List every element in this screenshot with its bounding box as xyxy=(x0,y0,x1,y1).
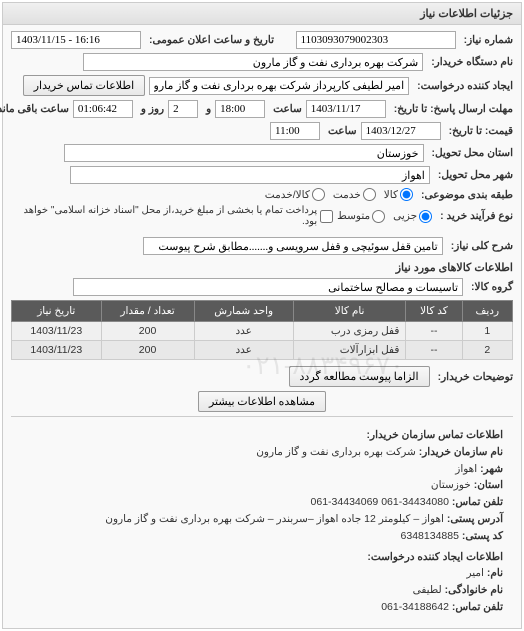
price-date-input[interactable] xyxy=(361,122,441,140)
th-3: واحد شمارش xyxy=(194,301,293,322)
creator-title: اطلاعات ایجاد کننده درخواست: xyxy=(367,551,503,563)
time-label-1: ساعت xyxy=(269,103,302,115)
desc-label: شرح کلی نیاز: xyxy=(447,240,513,252)
deadline-label: مهلت ارسال پاسخ: تا تاریخ: xyxy=(390,103,513,115)
buy-opt1-radio[interactable] xyxy=(419,210,432,223)
attachment-button[interactable]: الزاما پیوست مطالعه گردد xyxy=(289,366,430,387)
items-table: ردیف کد کالا نام کالا واحد شمارش تعداد /… xyxy=(11,300,513,360)
days-input[interactable] xyxy=(168,100,198,118)
item-group-label: گروه کالا: xyxy=(467,281,513,293)
remaining-label: ساعت باقی مانده xyxy=(0,103,69,115)
th-5: تاریخ نیاز xyxy=(12,301,102,322)
contact-buyer-button[interactable]: اطلاعات تماس خریدار xyxy=(23,75,145,96)
desc-input[interactable] xyxy=(143,237,443,255)
price-until-label: قیمت: تا تاریخ: xyxy=(445,125,513,137)
contact-title: اطلاعات تماس سازمان خریدار: xyxy=(367,429,503,441)
row-requester: ایجاد کننده درخواست: اطلاعات تماس خریدار xyxy=(11,75,513,96)
buyer-notes-label: توضیحات خریدار: xyxy=(434,371,513,383)
row-deadline: مهلت ارسال پاسخ: تا تاریخ: ساعت و روز و … xyxy=(11,100,513,118)
more-info-button[interactable]: مشاهده اطلاعات بیشتر xyxy=(198,391,326,412)
city-label: شهر محل تحویل: xyxy=(434,169,513,181)
th-4: تعداد / مقدار xyxy=(101,301,194,322)
announce-input[interactable] xyxy=(11,31,141,49)
row-item-group: گروه کالا: xyxy=(11,278,513,296)
buyer-input[interactable] xyxy=(83,53,423,71)
row-number: شماره نیاز: تاریخ و ساعت اعلان عمومی: xyxy=(11,31,513,49)
remaining-time-input xyxy=(73,100,133,118)
item-group-input[interactable] xyxy=(73,278,463,296)
buy-type-label: نوع فرآیند خرید : xyxy=(436,210,513,222)
province-input[interactable] xyxy=(64,144,424,162)
more-row: مشاهده اطلاعات بیشتر xyxy=(11,391,513,412)
buy-type-radios: جزیی متوسط xyxy=(337,210,432,223)
table-row: 1 -- قفل رمزی درب عدد 200 1403/11/23 xyxy=(12,322,513,341)
number-input[interactable] xyxy=(296,31,456,49)
row-buyer-notes: توضیحات خریدار: الزاما پیوست مطالعه گردد xyxy=(11,366,513,387)
buy-opt1-label[interactable]: جزیی xyxy=(393,210,432,223)
announce-label: تاریخ و ساعت اعلان عمومی: xyxy=(145,34,274,46)
group-opt1-radio[interactable] xyxy=(400,188,413,201)
th-1: کد کالا xyxy=(406,301,462,322)
requester-label: ایجاد کننده درخواست: xyxy=(413,80,513,92)
th-2: نام کالا xyxy=(293,301,406,322)
province-label: استان محل تحویل: xyxy=(428,147,513,159)
group-type-label: طبقه بندی موضوعی: xyxy=(417,189,513,201)
deadline-date-input[interactable] xyxy=(306,100,386,118)
requester-input[interactable] xyxy=(149,77,409,95)
group-type-radios: کالا خدمت کالا/خدمت xyxy=(265,188,413,201)
group-opt2-radio[interactable] xyxy=(363,188,376,201)
row-buy-type: نوع فرآیند خرید : جزیی متوسط پرداخت تمام… xyxy=(11,205,513,227)
number-label: شماره نیاز: xyxy=(460,34,513,46)
deadline-time-input[interactable] xyxy=(215,100,265,118)
panel-body: شماره نیاز: تاریخ و ساعت اعلان عمومی: نا… xyxy=(3,25,521,628)
price-time-input[interactable] xyxy=(270,122,320,140)
row-group-type: طبقه بندی موضوعی: کالا خدمت کالا/خدمت xyxy=(11,188,513,201)
days-label: روز و xyxy=(137,103,164,115)
row-buyer: نام دستگاه خریدار: xyxy=(11,53,513,71)
group-opt3-radio[interactable] xyxy=(312,188,325,201)
group-opt3-label[interactable]: کالا/خدمت xyxy=(265,188,325,201)
contact-section: اطلاعات تماس سازمان خریدار: نام سازمان خ… xyxy=(11,421,513,622)
panel-title: جزئیات اطلاعات نیاز xyxy=(3,3,521,25)
buy-opt2-label[interactable]: متوسط xyxy=(337,210,385,223)
buy-note-checkbox[interactable] xyxy=(320,210,333,223)
row-city: شهر محل تحویل: xyxy=(11,166,513,184)
buy-note-checkbox-label[interactable]: پرداخت تمام یا بخشی از مبلغ خرید،از محل … xyxy=(11,205,333,227)
table-header-row: ردیف کد کالا نام کالا واحد شمارش تعداد /… xyxy=(12,301,513,322)
items-section-title: اطلاعات کالاهای مورد نیاز xyxy=(11,261,513,274)
city-input[interactable] xyxy=(70,166,430,184)
buyer-label: نام دستگاه خریدار: xyxy=(427,56,513,68)
table-row: 2 -- قفل ابزارآلات عدد 200 1403/11/23 xyxy=(12,341,513,360)
main-panel: جزئیات اطلاعات نیاز شماره نیاز: تاریخ و … xyxy=(2,2,522,629)
group-opt1-label[interactable]: کالا xyxy=(384,188,413,201)
row-price-until: قیمت: تا تاریخ: ساعت xyxy=(11,122,513,140)
group-opt2-label[interactable]: خدمت xyxy=(333,188,376,201)
th-0: ردیف xyxy=(462,301,512,322)
time-label-2: ساعت xyxy=(324,125,357,137)
row-desc: شرح کلی نیاز: xyxy=(11,237,513,255)
and-label: و xyxy=(202,103,211,115)
buy-opt2-radio[interactable] xyxy=(372,210,385,223)
row-province: استان محل تحویل: xyxy=(11,144,513,162)
